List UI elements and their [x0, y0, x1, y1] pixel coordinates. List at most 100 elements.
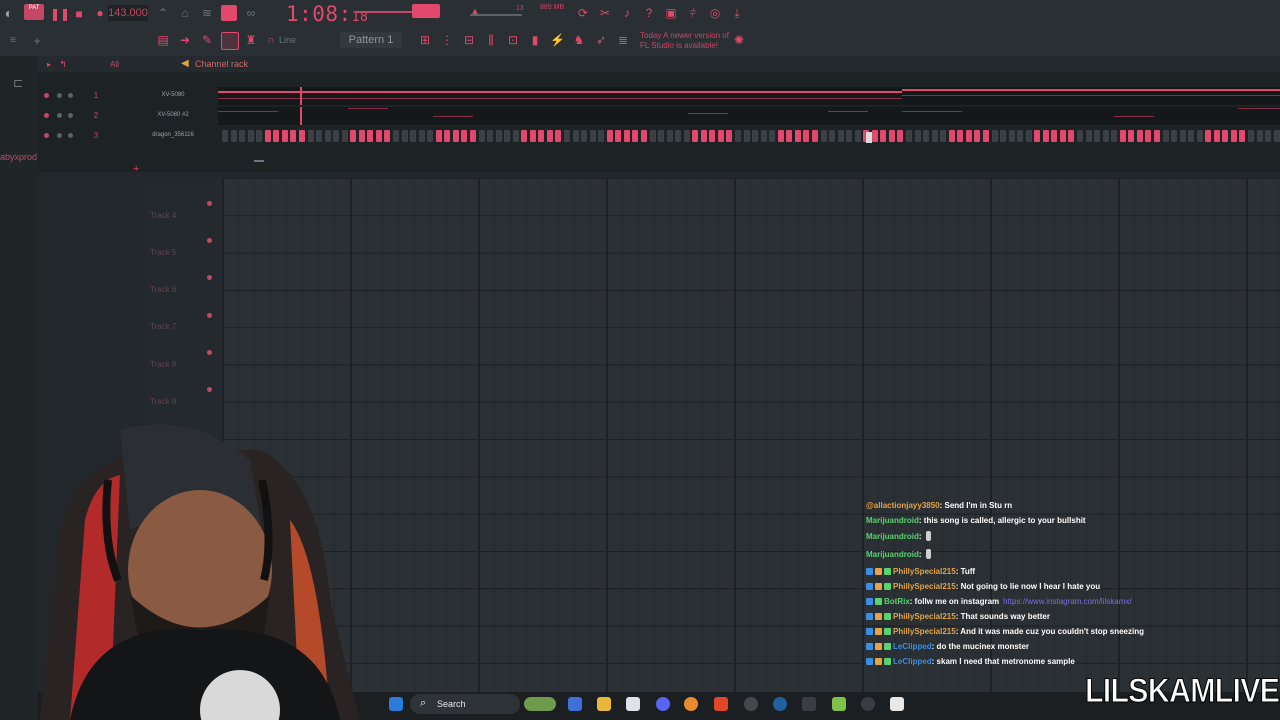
- chat-username[interactable]: PhillySpecial215: [893, 627, 956, 636]
- step-button[interactable]: [555, 130, 562, 142]
- step-button[interactable]: [880, 130, 887, 142]
- step-button[interactable]: [1256, 130, 1263, 142]
- step-button[interactable]: [444, 130, 451, 142]
- rack-menu-arrow-icon[interactable]: ▸: [42, 58, 56, 72]
- step-button[interactable]: [222, 130, 228, 142]
- master-volume-slider[interactable]: [355, 11, 415, 13]
- step-button[interactable]: [401, 130, 408, 142]
- countdown-icon[interactable]: ≋: [200, 6, 214, 20]
- step-button[interactable]: [1179, 130, 1186, 142]
- tempo-display[interactable]: 143.000: [108, 5, 148, 21]
- step-button[interactable]: [948, 130, 955, 142]
- browser-icon[interactable]: ⊞: [418, 33, 432, 47]
- step-button[interactable]: [350, 130, 357, 142]
- track-mute-dot[interactable]: [207, 387, 212, 392]
- steam-icon[interactable]: [773, 697, 787, 711]
- windows-start-icon[interactable]: [389, 697, 403, 711]
- step-button[interactable]: [564, 130, 570, 142]
- step-button[interactable]: [418, 130, 425, 142]
- chat-icon[interactable]: ◎: [708, 6, 722, 20]
- step-button[interactable]: [854, 130, 861, 142]
- channel-number[interactable]: 3: [90, 131, 102, 140]
- weather-icon[interactable]: [524, 697, 556, 711]
- track-mute-dot[interactable]: [207, 238, 212, 243]
- download-icon[interactable]: ⤓: [730, 6, 744, 20]
- step-button[interactable]: [1265, 130, 1272, 142]
- step-button[interactable]: [469, 130, 476, 142]
- track-mute-dot[interactable]: [207, 313, 212, 318]
- chat-username[interactable]: @allactionjayy3850: [866, 501, 940, 510]
- step-button[interactable]: [623, 130, 630, 142]
- channel-pan-knob[interactable]: [57, 133, 62, 138]
- step-button[interactable]: [1153, 130, 1160, 142]
- channel-piano-roll-preview[interactable]: [218, 87, 1280, 105]
- step-button[interactable]: [615, 130, 622, 142]
- step-button[interactable]: [1128, 130, 1135, 142]
- pencil-icon[interactable]: ✎: [200, 33, 214, 47]
- step-button[interactable]: [324, 130, 331, 142]
- step-button[interactable]: [777, 130, 784, 142]
- step-button[interactable]: [1213, 130, 1220, 142]
- snap-mode-selector[interactable]: Line: [279, 35, 296, 45]
- step-button[interactable]: [435, 130, 442, 142]
- step-button[interactable]: [888, 130, 895, 142]
- menu-icon[interactable]: ≡: [6, 34, 20, 48]
- step-button[interactable]: [1034, 130, 1041, 142]
- news-panel[interactable]: Today A newer version of FL Studio is av…: [640, 31, 729, 51]
- step-button[interactable]: [906, 130, 912, 142]
- step-button[interactable]: [375, 130, 382, 142]
- step-button[interactable]: [487, 130, 494, 142]
- step-button[interactable]: [811, 130, 818, 142]
- chat-link[interactable]: https://www.instagram.com/lilskamx/: [1003, 597, 1131, 606]
- plugin-icon[interactable]: ⊡: [506, 33, 520, 47]
- playlist-icon[interactable]: ▤: [156, 33, 170, 47]
- microphone-icon[interactable]: ♪: [620, 6, 634, 20]
- chat-username[interactable]: PhillySpecial215: [893, 567, 956, 576]
- step-button[interactable]: [640, 130, 647, 142]
- step-button[interactable]: [410, 130, 417, 142]
- step-button[interactable]: [914, 130, 921, 142]
- step-button[interactable]: [1059, 130, 1066, 142]
- channel-mute-led[interactable]: [44, 93, 49, 98]
- step-button[interactable]: [298, 130, 305, 142]
- volume-knob[interactable]: [412, 4, 440, 18]
- chat-username[interactable]: PhillySpecial215: [893, 612, 956, 621]
- step-button[interactable]: [1230, 130, 1237, 142]
- channel-volume-knob[interactable]: [68, 113, 73, 118]
- step-button[interactable]: [632, 130, 639, 142]
- step-button[interactable]: [692, 130, 699, 142]
- fl-studio-icon[interactable]: [684, 697, 698, 711]
- channel-mute-led[interactable]: [44, 133, 49, 138]
- step-button[interactable]: [1102, 130, 1109, 142]
- step-button[interactable]: [606, 130, 613, 142]
- step-button[interactable]: [965, 130, 972, 142]
- step-button[interactable]: [709, 130, 716, 142]
- track-label[interactable]: Track 7: [150, 322, 176, 331]
- snap-magnet-icon[interactable]: ∩: [264, 34, 278, 48]
- track-label[interactable]: Track 5: [150, 248, 176, 257]
- step-button[interactable]: [1085, 130, 1092, 142]
- channel-piano-roll-preview[interactable]: [218, 107, 1280, 125]
- step-button[interactable]: [307, 130, 314, 142]
- step-button[interactable]: [290, 130, 297, 142]
- discord-icon[interactable]: [656, 697, 670, 711]
- channel-row[interactable]: 3 dragon_356116: [38, 126, 1280, 146]
- step-button[interactable]: [1000, 130, 1007, 142]
- step-button[interactable]: [427, 130, 434, 142]
- step-button[interactable]: [1248, 130, 1254, 142]
- step-button[interactable]: [649, 130, 656, 142]
- chat-username[interactable]: LeClipped: [893, 642, 932, 651]
- step-button[interactable]: [572, 130, 579, 142]
- add-track-icon[interactable]: +: [133, 163, 139, 175]
- step-button[interactable]: [264, 130, 271, 142]
- chat-username[interactable]: Marijuandroid: [866, 532, 919, 541]
- step-button[interactable]: [1171, 130, 1178, 142]
- step-button[interactable]: [273, 130, 280, 142]
- stop-icon[interactable]: ■: [72, 7, 86, 21]
- step-button[interactable]: [1008, 130, 1015, 142]
- step-button[interactable]: [256, 130, 263, 142]
- step-button[interactable]: [529, 130, 536, 142]
- step-sequencer-row[interactable]: [218, 127, 1280, 145]
- chat-username[interactable]: Marijuandroid: [866, 516, 919, 525]
- step-button[interactable]: [461, 130, 468, 142]
